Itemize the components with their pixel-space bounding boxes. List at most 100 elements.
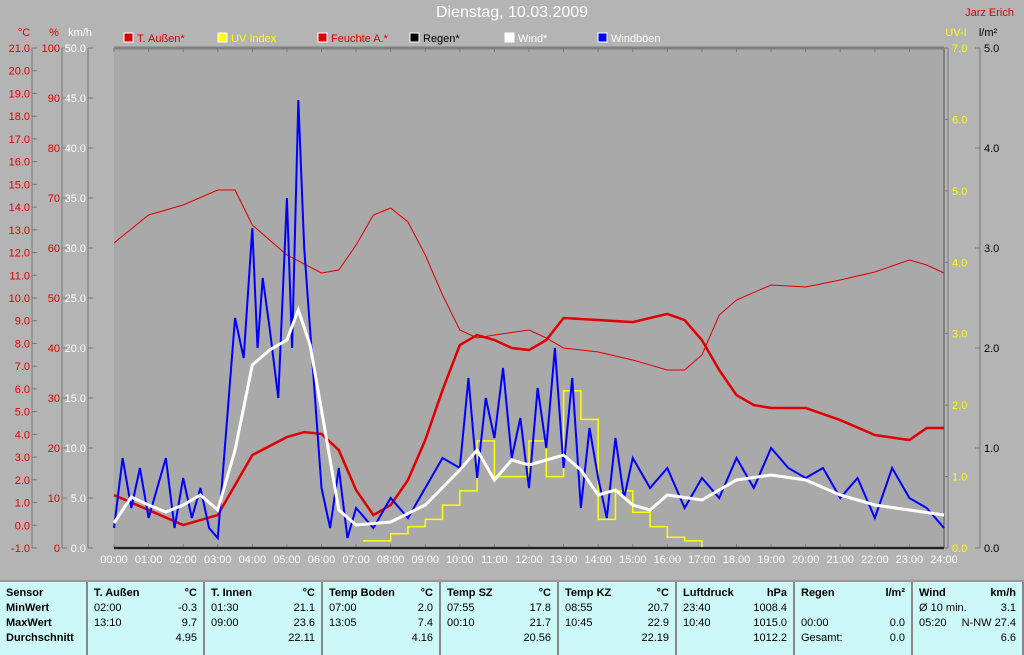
- axis-tick-label: 0.0: [984, 543, 999, 555]
- axis-tick-label: 50.0: [65, 43, 86, 55]
- table-cell: 2.0: [417, 602, 433, 614]
- x-tick-label: 18:00: [723, 554, 751, 566]
- table-cell: 17.8: [529, 602, 551, 614]
- table-row: 00:00 0.0: [801, 616, 905, 631]
- table-cell: 9.7: [181, 617, 197, 629]
- table-column: Temp KZ °C 08:55 20.7 10:45 22.9 22.19: [559, 582, 677, 655]
- table-row: 23:40 1008.4: [683, 601, 787, 616]
- legend-swatch: [504, 32, 515, 43]
- table-column: Temp SZ °C 07:55 17.8 00:10 21.7 20.56: [441, 582, 559, 655]
- table-cell: N-NW 27.4: [961, 617, 1016, 629]
- axis-tick-label: 20: [48, 443, 60, 455]
- table-row: 08:55 20.7: [565, 601, 669, 616]
- axis-tick-label: 2.0: [15, 475, 30, 487]
- table-cell: T. Außen: [94, 587, 140, 599]
- x-tick-label: 24:00: [930, 554, 958, 566]
- x-tick-label: 06:00: [308, 554, 336, 566]
- table-cell: T. Innen: [211, 587, 252, 599]
- table-row: 00:10 21.7: [447, 616, 551, 631]
- table-cell: °C: [302, 587, 315, 599]
- table-column: Luftdruck hPa 23:40 1008.4 10:40 1015.0 1012.2: [677, 582, 795, 655]
- table-cell: 02:00: [94, 602, 122, 614]
- x-tick-label: 03:00: [204, 554, 232, 566]
- x-tick-label: 17:00: [688, 554, 716, 566]
- legend-label: Feuchte A.*: [331, 33, 389, 45]
- axis-tick-label: 18.0: [9, 111, 30, 123]
- axis-tick-label: 70: [48, 193, 60, 205]
- axis-tick-label: 25.0: [65, 293, 86, 305]
- axis-tick-label: 4.0: [984, 143, 999, 155]
- axis-tick-label: 10: [48, 493, 60, 505]
- axis-tick-label: 3.0: [952, 329, 967, 341]
- legend-label: UV Index: [231, 33, 277, 45]
- table-cell: 4.16: [411, 632, 433, 644]
- axis-tick-label: 7.0: [15, 361, 30, 373]
- axis-tick-label: 40.0: [65, 143, 86, 155]
- table-cell: Gesamt:: [801, 632, 843, 644]
- legend-swatch: [317, 32, 328, 43]
- x-tick-label: 05:00: [273, 554, 301, 566]
- legend-swatch: [409, 32, 420, 43]
- axis-tick-label: 100: [42, 43, 60, 55]
- x-tick-label: 13:00: [550, 554, 578, 566]
- x-tick-label: 00:00: [100, 554, 128, 566]
- x-tick-label: 01:00: [135, 554, 163, 566]
- axis-tick-label: 20.0: [9, 66, 30, 78]
- x-tick-label: 14:00: [584, 554, 612, 566]
- table-cell: 1008.4: [753, 602, 787, 614]
- table-cell: Durchschnitt: [6, 632, 74, 644]
- axis-tick-label: 12.0: [9, 248, 30, 260]
- table-cell: 07:00: [329, 602, 357, 614]
- table-row: 1012.2: [683, 631, 787, 646]
- table-row: Temp SZ °C: [447, 586, 551, 601]
- x-tick-label: 19:00: [757, 554, 785, 566]
- axis-tick-label: 16.0: [9, 157, 30, 169]
- table-cell: 0.0: [889, 617, 905, 629]
- legend-label: Windböen: [611, 33, 661, 45]
- table-row: 07:55 17.8: [447, 601, 551, 616]
- table-row: 6.6: [919, 631, 1016, 646]
- table-cell: 22.9: [647, 617, 669, 629]
- table-cell: °C: [420, 587, 433, 599]
- table-cell: °C: [656, 587, 669, 599]
- table-cell: 22.19: [641, 632, 669, 644]
- x-tick-label: 07:00: [342, 554, 370, 566]
- table-row: Ø 10 min. 3.1: [919, 601, 1016, 616]
- axis-tick-label: 7.0: [952, 43, 967, 55]
- table-row: 05:20 N-NW 27.4: [919, 616, 1016, 631]
- table-cell: 09:00: [211, 617, 239, 629]
- x-tick-label: 09:00: [411, 554, 439, 566]
- axis-tick-label: 8.0: [15, 338, 30, 350]
- table-cell: 21.1: [293, 602, 315, 614]
- axis-tick-label: 20.0: [65, 343, 86, 355]
- table-cell: l/m²: [885, 587, 905, 599]
- axis-tick-label: 5.0: [984, 43, 999, 55]
- axis-tick-label: 40: [48, 343, 60, 355]
- axis-tick-label: 5.0: [952, 186, 967, 198]
- table-row: Wind km/h: [919, 586, 1016, 601]
- x-tick-label: 11:00: [481, 554, 508, 566]
- table-row: 01:30 21.1: [211, 601, 315, 616]
- legend-label: Regen*: [423, 33, 460, 45]
- table-cell: Wind: [919, 587, 946, 599]
- axis-tick-label: 2.0: [952, 400, 967, 412]
- table-row: 4.16: [329, 631, 433, 646]
- table-cell: 1015.0: [753, 617, 787, 629]
- legend-label: Wind*: [518, 33, 548, 45]
- x-tick-label: 12:00: [515, 554, 543, 566]
- table-cell: 00:10: [447, 617, 475, 629]
- table-row: Sensor: [6, 586, 80, 601]
- table-row: 13:10 9.7: [94, 616, 197, 631]
- legend-swatch: [217, 32, 228, 43]
- axis-tick-label: 3.0: [15, 452, 30, 464]
- table-cell: 6.6: [1000, 632, 1016, 644]
- table-cell: 23.6: [293, 617, 315, 629]
- table-row: 10:40 1015.0: [683, 616, 787, 631]
- axis-tick-label: 60: [48, 243, 60, 255]
- table-cell: 21.7: [529, 617, 551, 629]
- axis-tick-label: 15.0: [9, 179, 30, 191]
- table-column: T. Außen °C 02:00 -0.3 13:10 9.7 4.95: [88, 582, 205, 655]
- axis-tick-label: 4.0: [15, 429, 30, 441]
- table-row: 10:45 22.9: [565, 616, 669, 631]
- axis-tick-label: 90: [48, 93, 60, 105]
